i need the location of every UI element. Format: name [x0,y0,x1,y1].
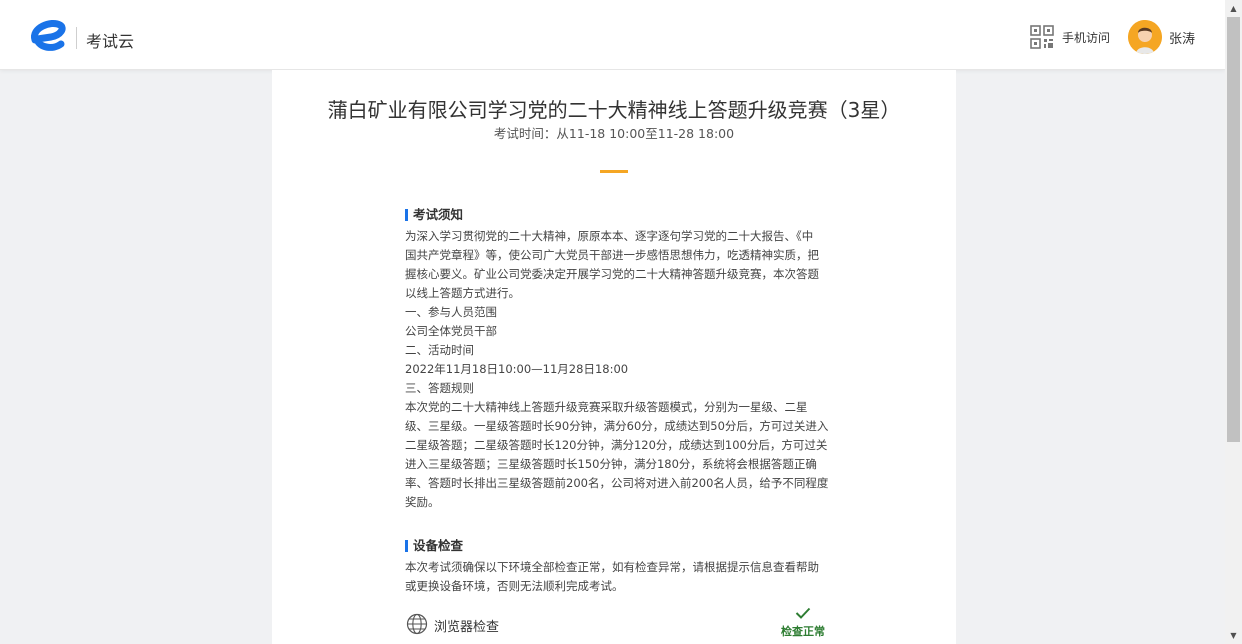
notice-body: 为深入学习贯彻党的二十大精神，原原本本、逐字逐句学习党的二十大报告、《中 国共产… [405,227,835,512]
browser-check-label: 浏览器检查 [434,620,500,635]
scroll-up-arrow-icon[interactable]: ▲ [1225,0,1242,17]
browser-check-status-text: 检查正常 [781,625,825,638]
device-check-line: 或更换设备环境，否则无法顺利完成考试。 [405,579,624,593]
globe-icon [406,613,428,635]
notice-line: 级、三星级。一星级答题时长90分钟，满分60分，成绩达到50分后，方可过关进入 [405,419,829,433]
exam-time: 考试时间：从11-18 10:00至11-28 18:00 [493,126,735,141]
notice-line: 2022年11月18日10:00—11月28日18:00 [405,362,629,376]
user-menu[interactable]: 张涛 [1128,20,1195,54]
title-divider [600,170,628,173]
notice-line: 公司全体党员干部 [405,324,497,338]
notice-line: 本次党的二十大精神线上答题升级竞赛采取升级答题模式，分别为一星级、二星 [405,400,808,414]
device-check-body: 本次考试须确保以下环境全部检查正常，如有检查异常，请根据提示信息查看帮助 或更换… [405,558,835,596]
qr-code-icon [1030,25,1054,49]
user-avatar-icon [1128,20,1162,54]
app-title: 考试云 [86,32,135,51]
app-logo[interactable] [27,18,67,54]
device-check-heading: 设备检查 [405,538,463,553]
avatar[interactable] [1128,20,1162,54]
scroll-thumb[interactable] [1227,17,1240,442]
top-header: 考试云 手机访问 张涛 [0,0,1225,70]
notice-line: 国共产党章程》等，使公司广大党员干部进一步感悟思想伟力，吃透精神实质，把 [405,248,819,262]
notice-heading: 考试须知 [405,207,463,222]
exam-card: 蒲白矿业有限公司学习党的二十大精神线上答题升级竞赛（3星） 考试时间：从11-1… [272,70,956,644]
mobile-access-label: 手机访问 [1062,30,1111,45]
notice-line: 二、活动时间 [405,343,474,357]
notice-line: 握核心要义。矿业公司党委决定开展学习党的二十大精神答题升级竞赛，本次答题 [405,267,819,281]
notice-line: 进入三星级答题；三星级答题时长150分钟，满分180分，系统将会根据答题正确 [405,457,817,471]
notice-line: 为深入学习贯彻党的二十大精神，原原本本、逐字逐句学习党的二十大报告、《中 [405,229,814,243]
notice-line: 一、参与人员范围 [405,305,497,319]
page-scrollbar[interactable]: ▲ ▼ [1225,0,1242,644]
notice-line: 以线上答题方式进行。 [405,286,520,300]
browser-check-status: 检查正常 [778,607,828,639]
device-check-line: 本次考试须确保以下环境全部检查正常，如有检查异常，请根据提示信息查看帮助 [405,560,819,574]
logo-divider [76,27,77,49]
notice-line: 率、答题时长排出三星级答题前200名，公司将对进入前200名人员，给予不同程度 [405,476,829,490]
user-name: 张涛 [1169,31,1196,47]
browser-check-row: 浏览器检查 检查正常 [406,607,826,641]
mobile-access-button[interactable]: 手机访问 [1030,24,1110,50]
checkmark-icon [795,607,811,619]
exam-title: 蒲白矿业有限公司学习党的二十大精神线上答题升级竞赛（3星） [327,98,901,122]
notice-line: 奖励。 [405,495,440,509]
scroll-down-arrow-icon[interactable]: ▼ [1225,627,1242,644]
notice-line: 三、答题规则 [405,381,474,395]
notice-line: 二星级答题；二星级答题时长120分钟，满分120分，成绩达到100分后，方可过关 [405,438,828,452]
